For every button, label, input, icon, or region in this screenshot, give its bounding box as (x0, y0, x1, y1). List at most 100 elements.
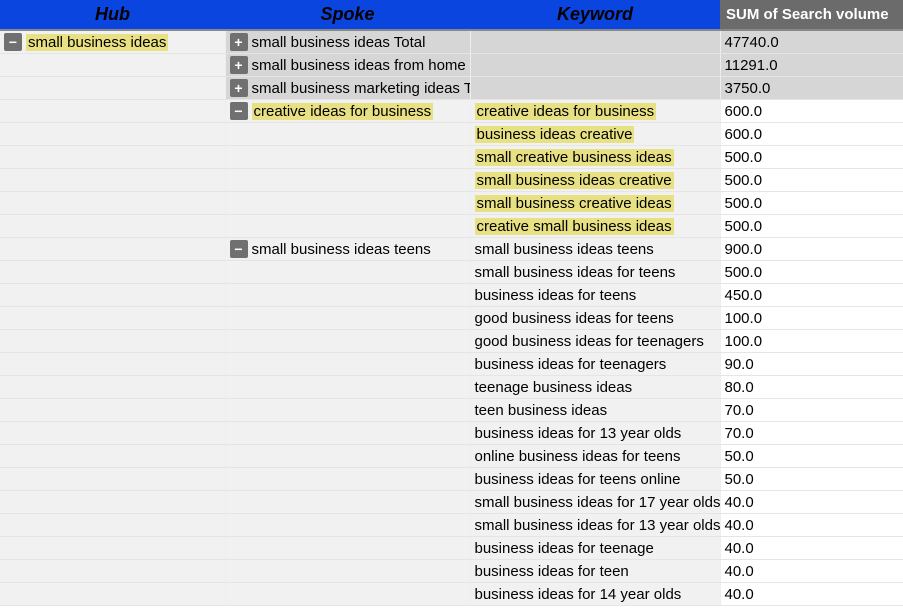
sum-cell: 500.0 (720, 192, 903, 215)
table-row: small business ideas for 17 year olds40.… (0, 491, 903, 514)
keyword-label: small business ideas for teens (475, 264, 676, 281)
keyword-cell: small business creative ideas (470, 192, 720, 215)
table-row: online business ideas for teens50.0 (0, 445, 903, 468)
spoke-cell[interactable]: +small business ideas from home Total (225, 54, 470, 77)
hub-cell (0, 215, 225, 238)
keyword-label: small business ideas creative (475, 172, 674, 189)
table-row: business ideas for teen40.0 (0, 560, 903, 583)
table-row: small business creative ideas500.0 (0, 192, 903, 215)
keyword-label: small business ideas teens (475, 241, 654, 258)
spoke-cell (225, 560, 470, 583)
hub-cell (0, 100, 225, 123)
keyword-cell: small business ideas teens (470, 238, 720, 261)
sum-cell: 40.0 (720, 583, 903, 606)
keyword-cell: business ideas for teenage (470, 537, 720, 560)
hub-cell (0, 514, 225, 537)
keyword-cell: business ideas for teen (470, 560, 720, 583)
hub-cell (0, 560, 225, 583)
table-row: business ideas for teenage40.0 (0, 537, 903, 560)
hub-cell (0, 537, 225, 560)
collapse-icon[interactable]: − (230, 240, 248, 258)
hub-cell (0, 192, 225, 215)
keyword-label: online business ideas for teens (475, 448, 681, 465)
keyword-label: business ideas for teenagers (475, 356, 667, 373)
hub-cell (0, 330, 225, 353)
header-row: Hub Spoke Keyword SUM of Search volume (0, 0, 903, 30)
sum-cell: 3750.0 (720, 77, 903, 100)
sum-cell: 600.0 (720, 100, 903, 123)
table-row: good business ideas for teens100.0 (0, 307, 903, 330)
table-row: small business ideas for teens 500.0 (0, 261, 903, 284)
table-row: good business ideas for teenagers100.0 (0, 330, 903, 353)
collapse-icon[interactable]: − (4, 33, 22, 51)
keyword-label: business ideas for teens online (475, 471, 681, 488)
spoke-cell (225, 215, 470, 238)
keyword-label: business ideas for teens (475, 287, 637, 304)
expand-icon[interactable]: + (230, 33, 248, 51)
table-row: creative small business ideas500.0 (0, 215, 903, 238)
keyword-cell: creative small business ideas (470, 215, 720, 238)
sum-cell: 40.0 (720, 491, 903, 514)
table-row: small business ideas creative500.0 (0, 169, 903, 192)
hub-cell[interactable]: −small business ideas (0, 30, 225, 54)
header-keyword[interactable]: Keyword (470, 0, 720, 30)
spoke-label: small business marketing ideas Total (252, 80, 471, 97)
keyword-cell: good business ideas for teens (470, 307, 720, 330)
keyword-label: creative ideas for business (475, 103, 657, 120)
sum-cell: 47740.0 (720, 30, 903, 54)
spoke-cell[interactable]: −small business ideas teens (225, 238, 470, 261)
hub-label: small business ideas (26, 34, 168, 51)
spoke-cell (225, 307, 470, 330)
hub-cell (0, 422, 225, 445)
keyword-cell: business ideas for teens online (470, 468, 720, 491)
expand-icon[interactable]: + (230, 56, 248, 74)
spoke-cell[interactable]: +small business ideas Total (225, 30, 470, 54)
table-row: business ideas for 14 year olds40.0 (0, 583, 903, 606)
sum-cell: 450.0 (720, 284, 903, 307)
sum-cell: 11291.0 (720, 54, 903, 77)
sum-cell: 70.0 (720, 399, 903, 422)
spoke-cell (225, 468, 470, 491)
keyword-label: creative small business ideas (475, 218, 674, 235)
spoke-cell (225, 169, 470, 192)
keyword-label: business ideas for teenage (475, 540, 654, 557)
table-row: business ideas for 13 year olds70.0 (0, 422, 903, 445)
sum-cell: 500.0 (720, 146, 903, 169)
keyword-label: good business ideas for teens (475, 310, 674, 327)
spoke-cell[interactable]: +small business marketing ideas Total (225, 77, 470, 100)
header-spoke[interactable]: Spoke (225, 0, 470, 30)
spoke-cell (225, 445, 470, 468)
sum-cell: 100.0 (720, 330, 903, 353)
hub-cell (0, 123, 225, 146)
table-row: +small business marketing ideas Total 375… (0, 77, 903, 100)
spoke-cell (225, 192, 470, 215)
hub-cell (0, 54, 225, 77)
spoke-cell[interactable]: −creative ideas for business (225, 100, 470, 123)
hub-cell (0, 169, 225, 192)
header-sum[interactable]: SUM of Search volume (720, 0, 903, 30)
hub-cell (0, 307, 225, 330)
sum-cell: 500.0 (720, 261, 903, 284)
keyword-label: business ideas for teen (475, 563, 629, 580)
table-row: business ideas for teenagers90.0 (0, 353, 903, 376)
keyword-cell (470, 30, 720, 54)
hub-cell (0, 491, 225, 514)
hub-cell (0, 284, 225, 307)
hub-cell (0, 146, 225, 169)
hub-cell (0, 77, 225, 100)
expand-icon[interactable]: + (230, 79, 248, 97)
collapse-icon[interactable]: − (230, 102, 248, 120)
keyword-label: teen business ideas (475, 402, 608, 419)
spoke-label: creative ideas for business (252, 103, 434, 120)
keyword-cell (470, 77, 720, 100)
keyword-cell: small creative business ideas (470, 146, 720, 169)
keyword-cell: small business ideas for teens (470, 261, 720, 284)
table-row: teenage business ideas80.0 (0, 376, 903, 399)
hub-cell (0, 399, 225, 422)
keyword-cell: good business ideas for teenagers (470, 330, 720, 353)
table-row: teen business ideas 70.0 (0, 399, 903, 422)
hub-cell (0, 353, 225, 376)
header-hub[interactable]: Hub (0, 0, 225, 30)
sum-cell: 900.0 (720, 238, 903, 261)
sum-cell: 40.0 (720, 514, 903, 537)
